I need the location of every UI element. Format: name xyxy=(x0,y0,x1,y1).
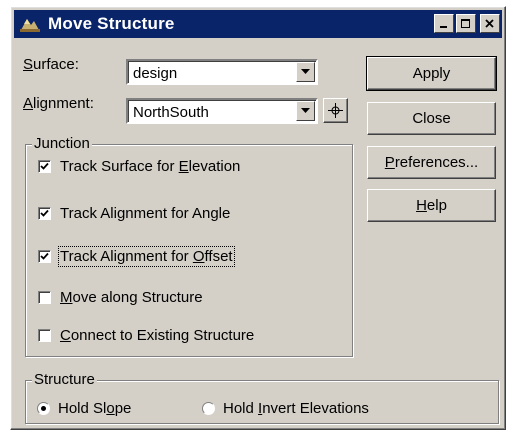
checkmark-icon xyxy=(40,252,49,260)
checkbox-label: Track Alignment for Angle xyxy=(60,205,231,222)
surface-label: Surface: xyxy=(23,56,79,73)
hold-invert-elevations-radio[interactable]: Hold Invert Elevations xyxy=(202,400,369,417)
alignment-dropdown[interactable]: NorthSouth xyxy=(126,98,318,124)
surface-value: design xyxy=(133,65,178,82)
track-alignment-for-offset-checkbox[interactable]: Track Alignment for Offset xyxy=(38,246,235,267)
move-along-structure-checkbox[interactable]: Move along Structure xyxy=(38,289,203,306)
radio-button[interactable] xyxy=(202,402,215,415)
surface-dropdown-arrow[interactable] xyxy=(296,62,315,82)
close-window-button[interactable] xyxy=(480,14,500,33)
track-alignment-for-angle-checkbox[interactable]: Track Alignment for Angle xyxy=(38,205,230,222)
help-button[interactable]: Help xyxy=(367,189,496,222)
checkbox-box[interactable] xyxy=(38,207,51,220)
checkbox-label: Track Alignment for Offset xyxy=(58,246,235,267)
chevron-down-icon xyxy=(301,108,310,113)
connect-to-existing-structure-checkbox[interactable]: Connect to Existing Structure xyxy=(38,327,254,344)
checkbox-box[interactable] xyxy=(38,250,51,263)
checkmark-icon xyxy=(40,209,49,217)
move-structure-dialog: Move Structure Surface: design Alignment… xyxy=(10,6,506,430)
alignment-value: NorthSouth xyxy=(133,104,209,121)
alignment-label: Alignment: xyxy=(23,95,94,112)
checkbox-box[interactable] xyxy=(38,329,51,342)
checkbox-label: Move along Structure xyxy=(60,289,203,306)
checkbox-label: Connect to Existing Structure xyxy=(60,327,255,344)
window-title: Move Structure xyxy=(48,14,175,33)
maximize-icon xyxy=(461,18,470,28)
apply-button[interactable]: Apply xyxy=(366,56,497,91)
checkmark-icon xyxy=(40,162,49,170)
junction-group-title: Junction xyxy=(32,135,92,152)
checkbox-box[interactable] xyxy=(38,160,51,173)
close-icon xyxy=(485,18,494,28)
track-surface-for-elevation-checkbox[interactable]: Track Surface for Elevation xyxy=(38,158,240,175)
hold-slope-radio[interactable]: Hold Slope xyxy=(37,400,131,417)
minimize-button[interactable] xyxy=(434,14,454,33)
checkbox-label: Track Surface for Elevation xyxy=(60,158,241,175)
preferences-button[interactable]: Preferences... xyxy=(367,146,496,179)
radio-button[interactable] xyxy=(37,402,50,415)
structure-group-title: Structure xyxy=(32,371,97,388)
checkbox-box[interactable] xyxy=(38,291,51,304)
maximize-button[interactable] xyxy=(456,14,476,33)
title-bar[interactable]: Move Structure xyxy=(14,10,502,38)
alignment-dropdown-arrow[interactable] xyxy=(296,101,315,121)
crosshair-icon xyxy=(328,103,343,118)
minimize-icon xyxy=(440,25,447,28)
alignment-pick-button[interactable] xyxy=(323,98,348,123)
app-icon xyxy=(18,14,42,34)
hold-slope-label: Hold Slope xyxy=(58,400,132,417)
hold-invert-elevations-label: Hold Invert Elevations xyxy=(223,400,369,417)
radio-selected-dot xyxy=(41,406,46,411)
chevron-down-icon xyxy=(301,69,310,74)
close-button[interactable]: Close xyxy=(367,102,496,135)
surface-dropdown[interactable]: design xyxy=(126,59,318,85)
